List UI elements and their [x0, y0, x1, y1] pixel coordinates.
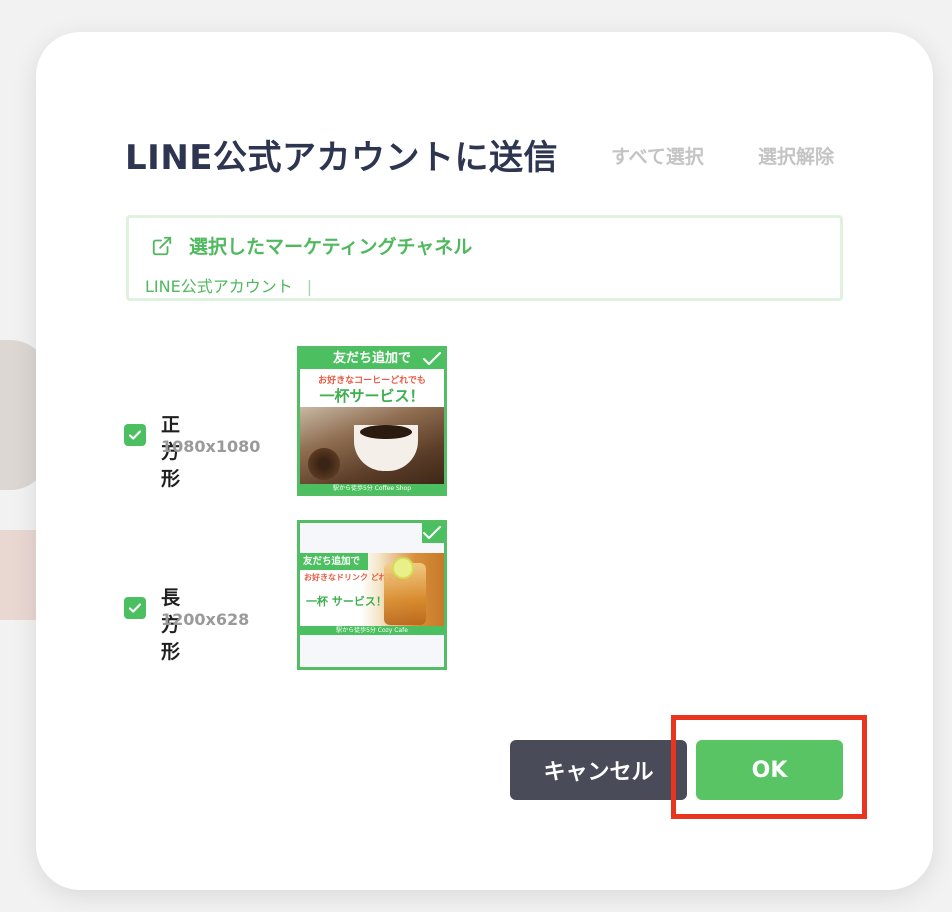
- channel-value: LINE公式アカウント |: [145, 273, 312, 297]
- coffee-beans: [304, 447, 344, 481]
- text-cursor: |: [306, 277, 313, 296]
- ok-button-highlight: [671, 715, 867, 819]
- channel-heading: 選択したマーケティングチャネル: [151, 232, 472, 259]
- external-link-icon: [152, 236, 172, 255]
- thumb-main-copy: 一杯サービス！: [319, 387, 425, 405]
- thumb-footer: 駅から徒歩5分 Coffee Shop: [300, 484, 444, 493]
- thumb-headline: 友だち追加で: [300, 553, 368, 570]
- checkmark-icon: [128, 430, 142, 440]
- cancel-button[interactable]: キャンセル: [510, 740, 687, 800]
- lemon-slice: [392, 557, 414, 579]
- check-icon: [423, 526, 441, 539]
- rectangle-checkbox[interactable]: [124, 597, 146, 619]
- deselect-all-button[interactable]: 選択解除: [758, 142, 834, 169]
- rect-banner: 友だち追加で お好きなドリンク どれでも 一杯 サービス！ 駅から徒歩5分 Co…: [300, 553, 444, 635]
- format-size: 1080x1080: [161, 437, 261, 456]
- selected-channel-box: 選択したマーケティングチャネル LINE公式アカウント |: [126, 215, 843, 301]
- check-icon: [423, 352, 441, 365]
- rectangle-thumbnail[interactable]: 友だち追加で お好きなドリンク どれでも 一杯 サービス！ 駅から徒歩5分 Co…: [297, 520, 447, 670]
- dialog-title: LINE公式アカウントに送信: [125, 138, 558, 178]
- square-thumbnail[interactable]: 友だち追加で お好きなコーヒーどれでも 一杯サービス！ 駅から徒歩5分 Coff…: [297, 346, 447, 496]
- format-size: 1200x628: [161, 610, 250, 629]
- coffee-surface: [360, 425, 412, 439]
- coffee-photo: [300, 407, 444, 485]
- thumb-main-copy: 一杯 サービス！: [306, 595, 387, 608]
- checkmark-icon: [128, 603, 142, 613]
- thumb-footer: 駅から徒歩5分 Cozy Cafe: [300, 626, 444, 635]
- channel-name: LINE公式アカウント: [145, 277, 293, 296]
- channel-heading-label: 選択したマーケティングチャネル: [189, 236, 473, 258]
- square-checkbox[interactable]: [124, 424, 146, 446]
- select-all-button[interactable]: すべて選択: [611, 142, 704, 169]
